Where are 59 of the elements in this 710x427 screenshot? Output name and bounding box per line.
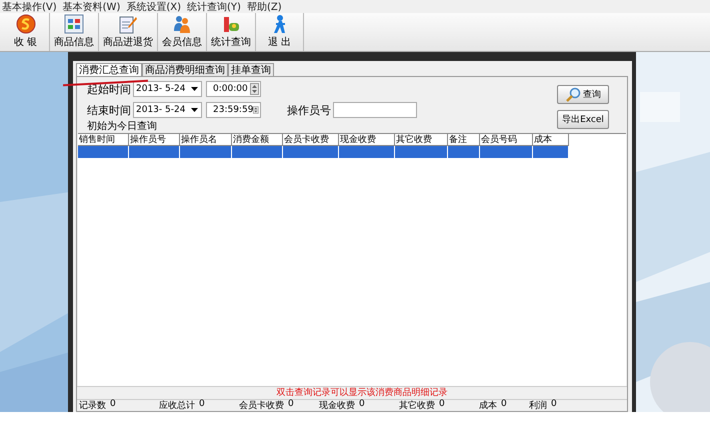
notepad-icon xyxy=(118,14,138,34)
hint-text: 双击查询记录可以显示该消费商品明细记录 xyxy=(77,386,627,399)
status-value: 0 xyxy=(551,399,557,411)
field-label: 结束时间 xyxy=(87,102,131,118)
status-label: 其它收费 xyxy=(399,400,435,412)
dropdown-icon xyxy=(191,108,198,112)
toolbar-button[interactable]: 退 出 xyxy=(256,13,304,51)
dropdown-icon xyxy=(191,87,198,91)
status-value: 0 xyxy=(359,399,365,411)
column-header[interactable]: 其它收费 xyxy=(395,134,448,146)
status-value: 0 xyxy=(110,399,116,411)
column-header[interactable]: 操作员名 xyxy=(180,134,232,146)
column-header[interactable]: 会员卡收费 xyxy=(283,134,339,146)
coin-icon xyxy=(16,14,36,34)
status-label: 应收总计 xyxy=(159,400,195,412)
note-text: 初始为今日查询 xyxy=(87,120,158,133)
tab[interactable]: 消费汇总查询 xyxy=(76,63,142,76)
toolbar-button[interactable]: 会员信息 xyxy=(158,13,207,51)
status-label: 记录数 xyxy=(79,400,106,412)
status-label: 成本 xyxy=(479,400,497,412)
status-label: 现金收费 xyxy=(319,400,355,412)
toolbar-button[interactable]: 商品进退货 xyxy=(99,13,158,51)
menu-item[interactable]: 基本操作(V) xyxy=(2,0,57,14)
status-value: 0 xyxy=(501,399,507,411)
status-label: 会员卡收费 xyxy=(239,400,284,412)
table-row[interactable] xyxy=(78,146,569,158)
status-label: 利润 xyxy=(529,400,547,412)
search-button[interactable]: 查询 xyxy=(557,85,609,104)
column-header[interactable]: 现金收费 xyxy=(339,134,395,146)
date-picker[interactable]: 2013- 5-24 xyxy=(133,81,202,97)
search-icon xyxy=(565,86,581,102)
spinner-icon xyxy=(253,104,259,116)
export-button[interactable]: 导出Excel xyxy=(557,110,609,129)
field-label: 起始时间 xyxy=(87,82,131,96)
toolbar-button[interactable]: 统计查询 xyxy=(207,13,256,51)
input-field[interactable] xyxy=(333,102,417,118)
status-value: 0 xyxy=(199,399,205,411)
menu-item[interactable]: 基本资料(W) xyxy=(62,0,120,14)
field-label: 操作员号 xyxy=(287,102,331,118)
column-header[interactable]: 销售时间 xyxy=(78,134,129,146)
time-picker[interactable]: 23:59:59 xyxy=(206,102,261,118)
time-picker[interactable]: 0:00:00 xyxy=(206,81,261,97)
column-header[interactable]: 备注 xyxy=(448,134,480,146)
menu-item[interactable]: 统计查询(Y) xyxy=(187,0,241,14)
people-icon xyxy=(172,14,192,34)
column-header[interactable]: 消费金额 xyxy=(232,134,283,146)
spinner-icon xyxy=(250,83,259,95)
date-picker[interactable]: 2013- 5-24 xyxy=(133,102,202,118)
column-header[interactable]: 成本 xyxy=(533,134,569,146)
toolbar-button[interactable]: 商品信息 xyxy=(50,13,99,51)
menu-item[interactable]: 系统设置(X) xyxy=(126,0,182,14)
tab[interactable]: 挂单查询 xyxy=(228,63,274,76)
status-value: 0 xyxy=(439,399,445,411)
status-value: 0 xyxy=(288,399,294,411)
column-header[interactable]: 会员号码 xyxy=(480,134,533,146)
column-header[interactable]: 操作员号 xyxy=(129,134,180,146)
tab[interactable]: 商品消费明细查询 xyxy=(142,63,228,76)
toolbar-button[interactable]: 收 银 xyxy=(2,13,50,51)
menu-item[interactable]: 帮助(Z) xyxy=(246,0,282,14)
